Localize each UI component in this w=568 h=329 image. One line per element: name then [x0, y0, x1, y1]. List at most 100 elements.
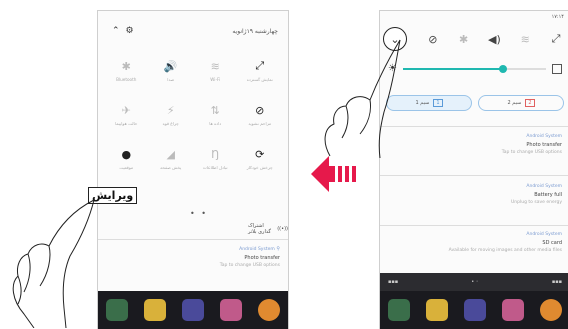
- notification-app: Android System: [526, 184, 562, 189]
- notification-app: Android System: [239, 247, 275, 252]
- notification-title: Photo transfer: [526, 142, 562, 148]
- status-bar: ۱۷:۱۴: [380, 11, 568, 23]
- bluetooth-icon[interactable]: ✱: [456, 31, 472, 47]
- quick-tile[interactable]: ⇅ داده ها: [193, 103, 238, 147]
- quick-tile[interactable]: ⤢ نمایش گسترده: [238, 59, 283, 103]
- quick-tile-label: چرخش خودکار: [246, 165, 273, 170]
- quick-tile[interactable]: ✱ Bluetooth: [104, 59, 149, 103]
- sound-icon: 🔊: [163, 59, 178, 73]
- hotspot-icon: ((•)): [277, 226, 288, 232]
- brightness-row: ☀: [388, 63, 562, 74]
- gallery-app-icon[interactable]: [502, 299, 524, 321]
- quick-tile-label: نمایش گسترده: [246, 77, 273, 82]
- browser-app-icon[interactable]: [540, 299, 562, 321]
- quick-tile-label: موقعیت: [119, 165, 134, 170]
- expand-icon[interactable]: ⤢: [548, 31, 564, 47]
- gallery-app-icon[interactable]: [220, 299, 242, 321]
- quick-tile[interactable]: ⚡ چراغ قوه: [149, 103, 194, 147]
- notification-subtitle: Tap to change USB options: [501, 150, 562, 155]
- page-indicator: • ◦: [471, 279, 479, 285]
- rotate-icon: ⟳: [255, 147, 265, 161]
- wifi-icon[interactable]: ≋: [517, 31, 533, 47]
- quick-tile[interactable]: ✈ حالت هواپیما: [104, 103, 149, 147]
- quick-tile[interactable]: Ŋ تبادل اطلاعات: [193, 147, 238, 191]
- quick-tile-label: صدا: [167, 77, 175, 82]
- quick-tile-label: چراغ قوه: [162, 121, 179, 126]
- auto-brightness-checkbox[interactable]: [552, 63, 562, 74]
- data-icon: ⇅: [210, 103, 220, 117]
- expand-icon: ⤢: [255, 59, 265, 72]
- notification-subtitle: Unplug to save energy: [511, 200, 562, 205]
- sim1-number: 1: [433, 99, 443, 107]
- location-icon: ●: [121, 147, 132, 161]
- camera-app-icon[interactable]: [464, 299, 486, 321]
- brightness-slider[interactable]: [402, 64, 546, 73]
- messages-app-icon[interactable]: [426, 299, 448, 321]
- phone-app-icon[interactable]: [388, 299, 410, 321]
- hand-illustration-right: [324, 39, 401, 158]
- chevron-up-icon[interactable]: ⌃: [112, 26, 120, 36]
- app-dock: [98, 291, 288, 329]
- notification-title: Battery full: [534, 192, 562, 198]
- nodisturb-icon[interactable]: ⊘: [425, 31, 441, 47]
- sound-icon[interactable]: ◀): [486, 31, 502, 47]
- notification-usb[interactable]: Android System Photo transfer Tap to cha…: [388, 133, 562, 157]
- quick-settings-header: ⌃ ⚙ چهارشنبه ۱۹ژانویه: [112, 26, 278, 36]
- messages-app-icon[interactable]: [144, 299, 166, 321]
- hotspot-label: اشتراک گذاری بلاتر: [248, 223, 271, 235]
- page-indicator: • •: [190, 209, 208, 218]
- quick-tile[interactable]: ≋ Wi-Fi: [193, 59, 238, 103]
- camera-app-icon[interactable]: [182, 299, 204, 321]
- quick-tile-label: حالت هواپیما: [115, 121, 138, 126]
- notification-app: Android System: [526, 134, 562, 139]
- arrow-left-icon: [311, 156, 356, 192]
- quick-tile-label: تبادل اطلاعات: [202, 165, 228, 170]
- footer-label: ▪▪▪: [551, 279, 562, 285]
- notification-app: Android System: [526, 232, 562, 237]
- quick-toggles-row: ⊘ ✱ ◀) ≋ ⤢: [388, 31, 564, 47]
- browser-app-icon[interactable]: [258, 299, 280, 321]
- gear-icon[interactable]: ⚙: [126, 26, 134, 36]
- nfc-icon: Ŋ: [211, 147, 220, 161]
- notification-title: SD card: [542, 240, 562, 246]
- sim2-label: سیم 2: [507, 100, 522, 106]
- header-date: چهارشنبه ۱۹ژانویه: [232, 27, 278, 35]
- notification-title: Photo transfer: [244, 255, 280, 261]
- quick-tile-label: داده ها: [209, 121, 222, 126]
- quick-tile[interactable]: 🔊 صدا: [149, 59, 194, 103]
- quick-tile-label: پخش صفحه: [160, 165, 182, 170]
- sim1-label: سیم 1: [415, 100, 430, 106]
- notification-sdcard[interactable]: Android System SD card Available for mov…: [388, 231, 562, 255]
- notification-subtitle: Tap to change USB options: [219, 263, 280, 268]
- clear-all-button[interactable]: ▪▪▪: [388, 279, 398, 285]
- quick-tile-label: Wi-Fi: [210, 77, 221, 82]
- quick-tile-label: مزاحم نشوید: [248, 121, 272, 126]
- bluetooth-icon: ✱: [121, 59, 131, 73]
- sim2-button[interactable]: سیم 2 2: [478, 95, 564, 111]
- airplane-icon: ✈: [121, 103, 131, 117]
- notification-footer: ▪▪▪ • ◦ ▪▪▪: [380, 273, 568, 291]
- hand-illustration-left: [12, 199, 95, 328]
- sim-selector: سیم 1 1 سیم 2 2: [386, 95, 564, 111]
- nodisturb-icon: ⊘: [255, 103, 265, 117]
- notification-usb[interactable]: Android System ⚲ Photo transfer Tap to c…: [106, 245, 280, 270]
- notification-battery[interactable]: Android System Battery full Unplug to sa…: [388, 183, 562, 207]
- flashlight-icon: ⚡: [166, 103, 175, 117]
- phone-screen-expanded: ⌃ ⚙ چهارشنبه ۱۹ژانویه ✱ Bluetooth 🔊 صدا ≋ Wi-…: [97, 10, 289, 329]
- phone-screen-collapsed: ۱۷:۱۴ ⊘ ✱ ◀) ≋ ⤢ ⌄ ☀ سیم 1 1 سیم 2 2 And…: [379, 10, 568, 329]
- cast-icon: ◢: [166, 147, 175, 161]
- hotspot-row[interactable]: اشتراک گذاری بلاتر ((•)): [248, 223, 288, 235]
- quick-tile-label: Bluetooth: [116, 77, 137, 82]
- sim2-number: 2: [525, 99, 535, 107]
- phone-app-icon[interactable]: [106, 299, 128, 321]
- brightness-knob[interactable]: [499, 64, 508, 73]
- quick-settings-grid: ✱ Bluetooth 🔊 صدا ≋ Wi-Fi ⤢ نمایش گسترده ✈ حالت ه…: [104, 59, 282, 191]
- status-time: ۱۷:۱۴: [551, 14, 564, 20]
- notification-subtitle: Available for moving images and other me…: [448, 248, 562, 253]
- quick-tile[interactable]: ⊘ مزاحم نشوید: [238, 103, 283, 147]
- wifi-icon: ≋: [210, 59, 220, 73]
- quick-tile[interactable]: ⟳ چرخش خودکار: [238, 147, 283, 191]
- quick-tile[interactable]: ◢ پخش صفحه: [149, 147, 194, 191]
- quick-tile[interactable]: ● موقعیت: [104, 147, 149, 191]
- app-dock: [380, 291, 568, 329]
